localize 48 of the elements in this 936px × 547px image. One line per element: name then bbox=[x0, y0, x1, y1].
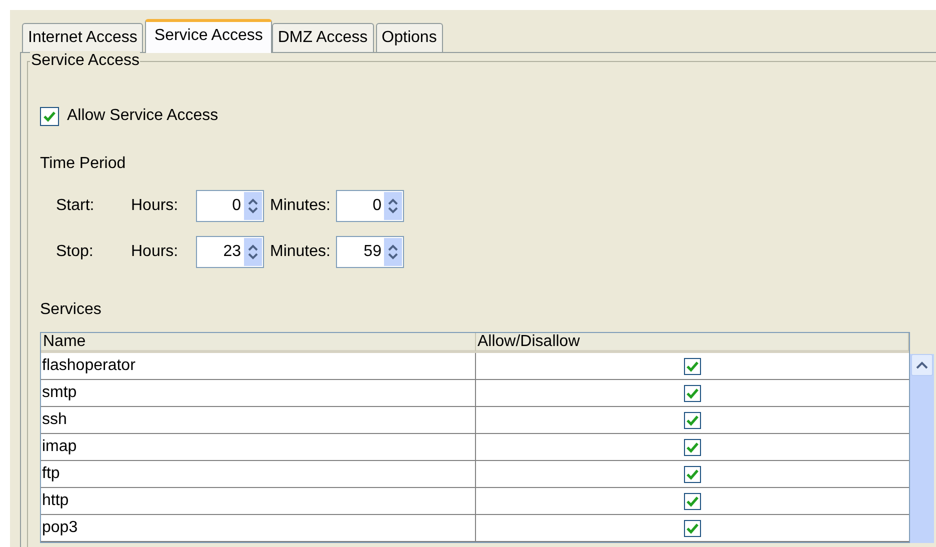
section-label: Time Period bbox=[40, 154, 127, 174]
number-spinner[interactable]: 0 bbox=[336, 190, 404, 222]
scroll-up-icon[interactable] bbox=[911, 354, 933, 376]
checkbox[interactable] bbox=[684, 358, 701, 374]
spin-arrows-icon[interactable] bbox=[384, 238, 402, 266]
table-cell: ssh bbox=[41, 407, 476, 433]
check-icon bbox=[43, 110, 56, 122]
column-header[interactable]: Name bbox=[41, 332, 476, 350]
checkbox[interactable] bbox=[40, 106, 59, 126]
check-icon bbox=[686, 388, 699, 398]
checkbox[interactable] bbox=[684, 438, 701, 456]
table-cell: imap bbox=[41, 434, 476, 460]
scrollbar[interactable] bbox=[910, 354, 934, 543]
spin-arrows-icon[interactable] bbox=[384, 192, 402, 220]
tab[interactable]: DMZ Access bbox=[272, 23, 374, 52]
number-spinner[interactable]: 59 bbox=[336, 236, 404, 268]
table-cell: smtp bbox=[41, 380, 476, 406]
checkbox[interactable] bbox=[684, 492, 701, 510]
tab[interactable]: Service Access bbox=[145, 19, 272, 53]
checkbox[interactable] bbox=[684, 520, 701, 536]
field-label: Minutes: bbox=[269, 196, 332, 216]
tab[interactable]: Options bbox=[376, 23, 443, 52]
table-cell: flashoperator bbox=[41, 353, 476, 379]
number-spinner[interactable]: 0 bbox=[196, 190, 264, 222]
check-icon bbox=[686, 442, 699, 452]
checkbox[interactable] bbox=[684, 466, 701, 482]
number-spinner[interactable]: 23 bbox=[196, 236, 264, 268]
spin-arrows-icon[interactable] bbox=[244, 238, 262, 266]
checkbox[interactable] bbox=[684, 412, 701, 428]
table-cell: pop3 bbox=[41, 515, 476, 541]
field-label: Hours: bbox=[131, 196, 180, 216]
field-label: Minutes: bbox=[269, 242, 332, 262]
row-label: Stop: bbox=[56, 242, 94, 262]
field-label: Hours: bbox=[131, 242, 180, 262]
check-icon bbox=[686, 468, 699, 480]
check-icon bbox=[686, 496, 699, 506]
table-cell: http bbox=[41, 488, 476, 514]
checkbox[interactable] bbox=[684, 384, 701, 402]
table-cell: ftp bbox=[41, 461, 476, 487]
checkbox-label: Allow Service Access bbox=[67, 106, 218, 126]
check-icon bbox=[686, 414, 699, 426]
tab[interactable]: Internet Access bbox=[22, 23, 144, 52]
section-label: Services bbox=[40, 300, 102, 320]
check-icon bbox=[686, 522, 699, 534]
check-icon bbox=[686, 360, 699, 372]
spin-arrows-icon[interactable] bbox=[244, 192, 262, 220]
column-header[interactable]: Allow/Disallow bbox=[476, 332, 909, 350]
row-label: Start: bbox=[56, 196, 96, 216]
